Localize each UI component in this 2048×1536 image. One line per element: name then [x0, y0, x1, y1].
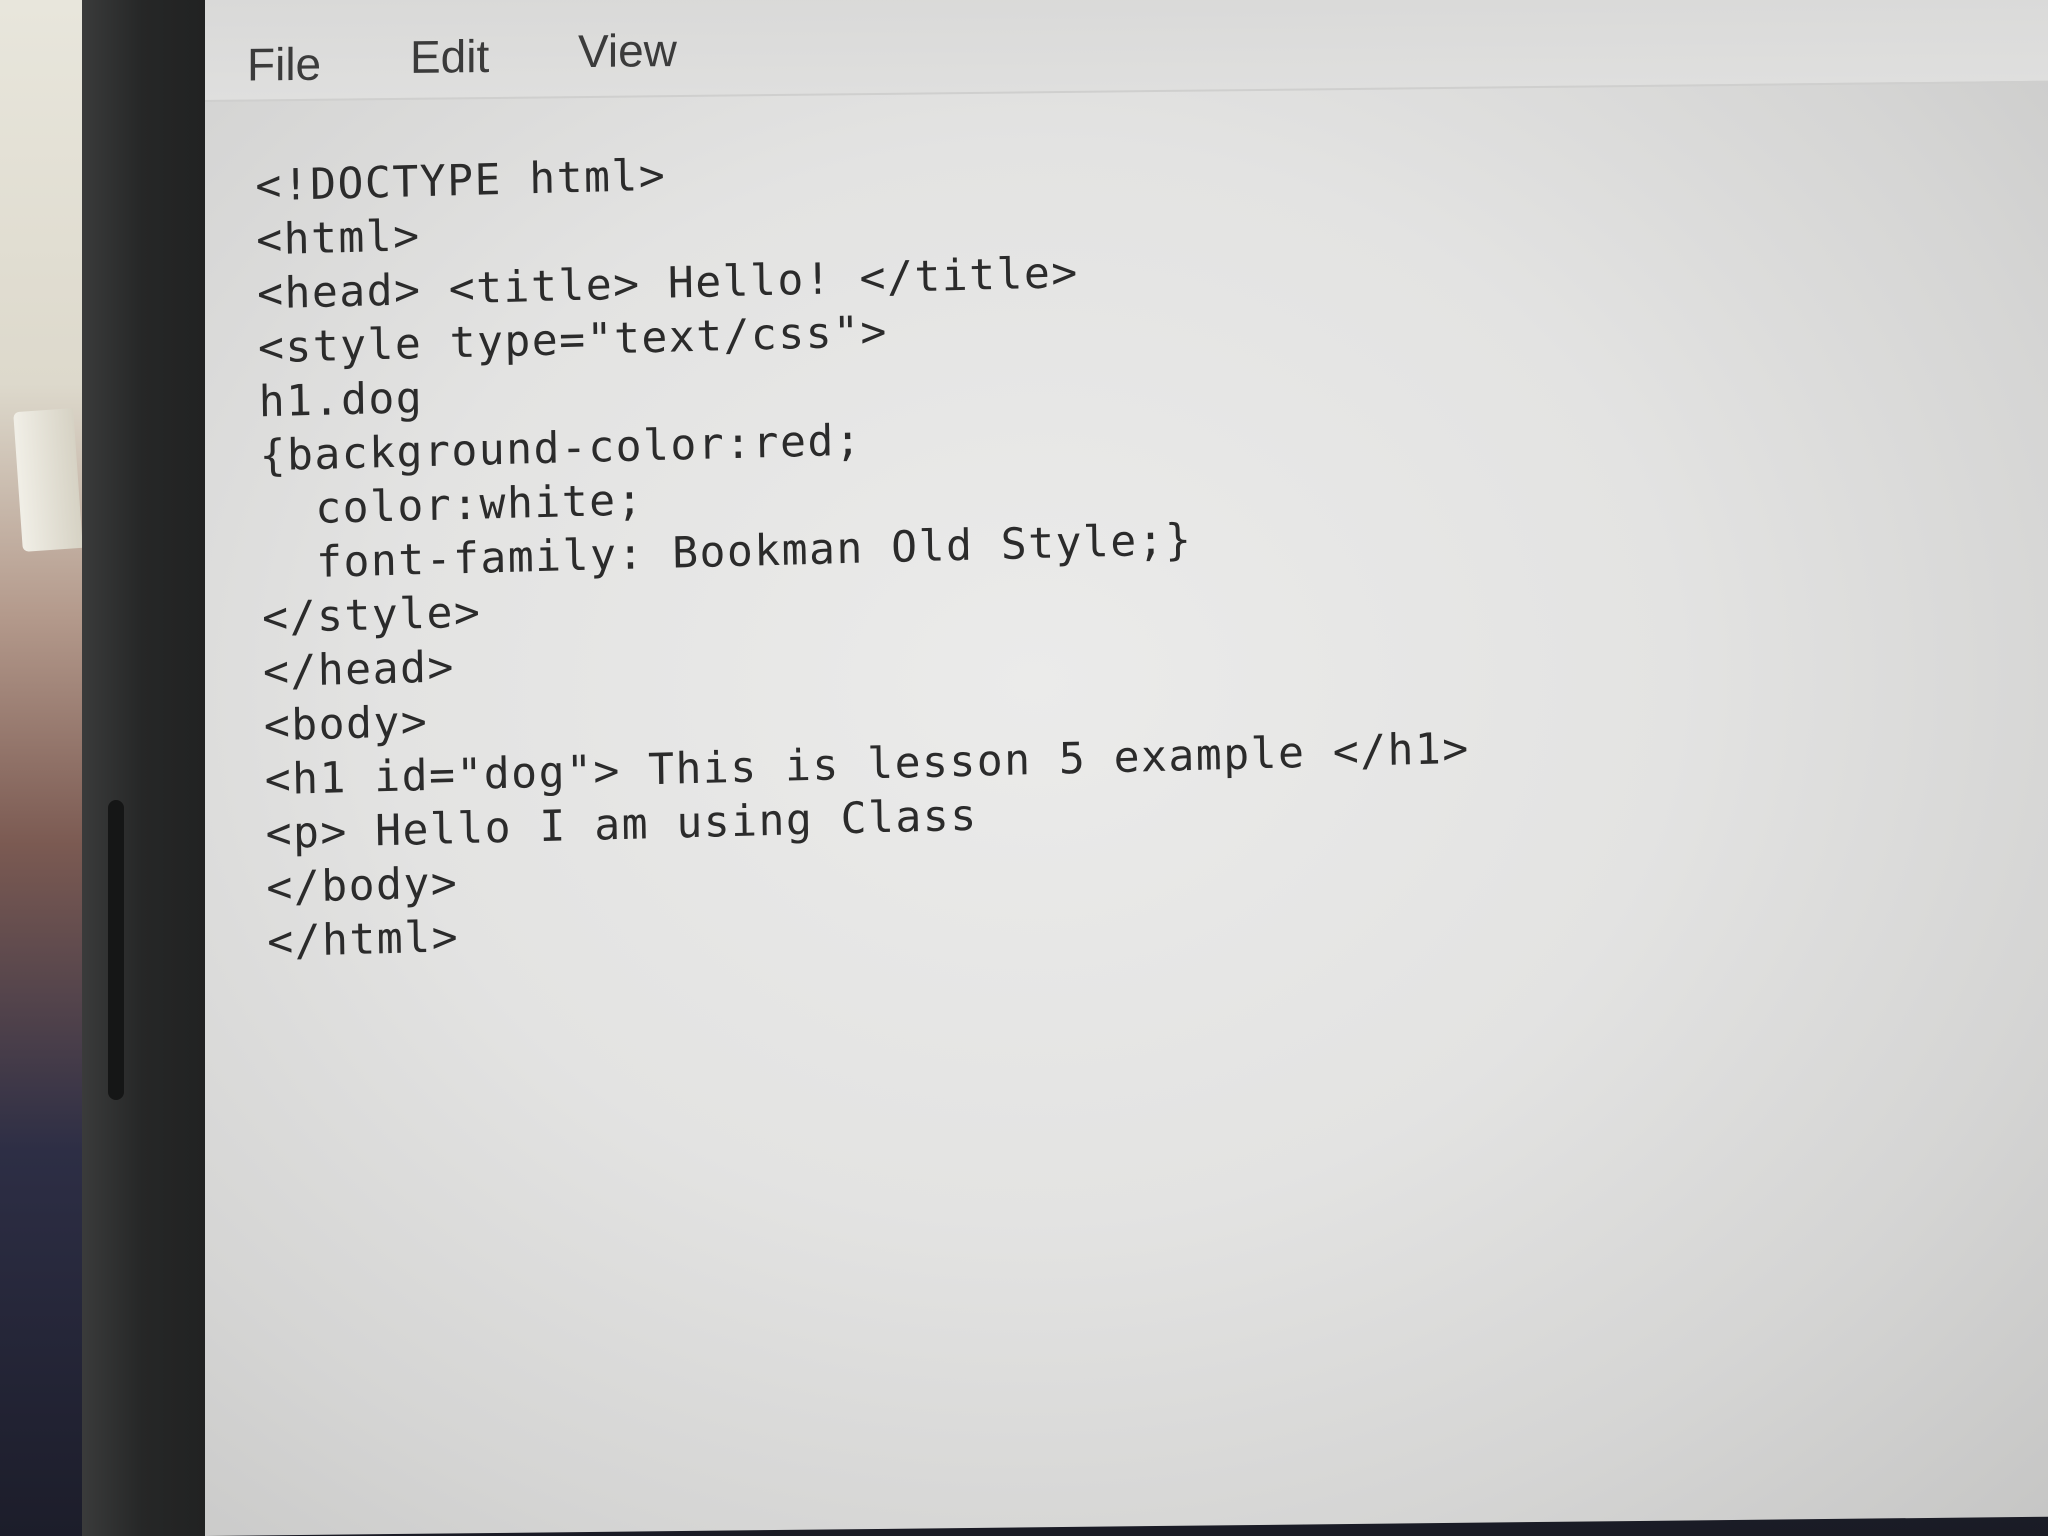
desk-object: [13, 408, 83, 552]
text-editor-area[interactable]: <!DOCTYPE html> <html> <head> <title> He…: [255, 115, 1975, 1459]
photo-scene: File Edit View <!DOCTYPE html> <html> <h…: [0, 0, 2048, 1536]
notepad-window: File Edit View <!DOCTYPE html> <html> <h…: [205, 0, 2048, 1536]
menu-file[interactable]: File: [247, 37, 321, 92]
menu-edit[interactable]: Edit: [410, 29, 489, 84]
desk-background: [0, 0, 95, 1536]
menu-bar: File Edit View: [205, 0, 2048, 102]
bezel-notch: [108, 800, 124, 1100]
menu-view[interactable]: View: [578, 23, 677, 78]
